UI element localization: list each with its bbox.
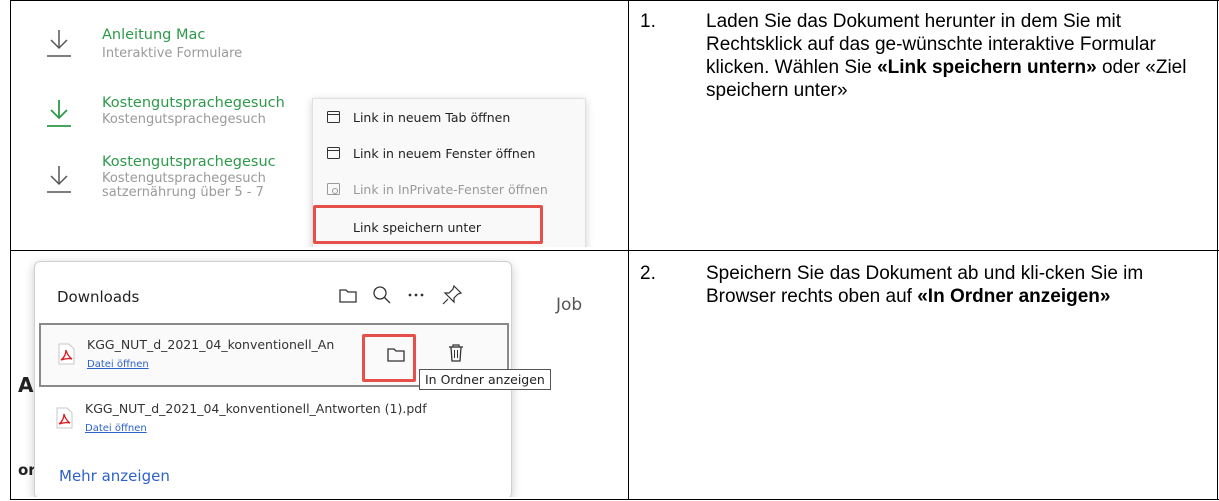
website-downloads-screenshot: Anleitung Mac Interaktive Formulare Kost… [16,12,612,247]
highlight-box [362,334,416,382]
inprivate-icon [327,183,340,195]
download-title[interactable]: Kostengutsprachegesuch [102,95,285,111]
table-border-bottom [10,499,1219,500]
download-subtitle: satzernährung über 5 - 7 [102,185,264,200]
step-text: Laden Sie das Dokument herunter in dem S… [706,10,1206,102]
context-menu-label: Link in neuem Fenster öffnen [353,146,536,161]
step-number: 2. [640,263,656,284]
step-number: 1. [640,11,656,32]
download-subtitle: Kostengutsprachegesuch [102,112,266,127]
download-subtitle: Interaktive Formulare [102,46,243,61]
folder-icon[interactable] [335,282,361,308]
background-glyph: A [18,373,34,397]
download-icon [47,30,71,57]
step-text-bold: «Link speichern untern» [877,57,1097,78]
pin-icon[interactable] [439,282,465,308]
context-menu-item-inprivate: Link in InPrivate-Fenster öffnen [313,175,585,205]
open-file-link[interactable]: Datei öffnen [87,359,149,370]
table-column-divider [628,0,629,500]
table-border-left [10,0,11,500]
highlight-box [313,205,543,244]
download-icon [47,100,71,127]
download-filename: KGG_NUT_d_2021_04_konventionell_An [87,337,335,352]
table-border-right [1217,0,1218,500]
table-row-divider [10,250,1219,251]
context-menu-label: Link in InPrivate-Fenster öffnen [353,182,548,197]
background-text: Job [556,295,583,315]
tab-icon [327,111,340,123]
pdf-icon [56,407,73,429]
search-icon[interactable] [369,282,395,308]
pdf-icon [58,343,75,365]
browser-downloads-screenshot: Job A or Downloads KGG_NUT_d_2021_04_kon… [16,253,612,497]
step-text: Speichern Sie das Dokument ab und kli-ck… [706,262,1206,308]
download-title[interactable]: Kostengutsprachegesuc [102,154,276,170]
downloads-title: Downloads [57,288,140,306]
download-subtitle: Kostengutsprachegesuch [102,171,266,186]
window-icon [327,147,340,159]
open-file-link[interactable]: Datei öffnen [85,423,147,434]
context-menu-item-new-window[interactable]: Link in neuem Fenster öffnen [313,139,585,169]
more-options-icon[interactable] [403,282,429,308]
context-menu-label: Link in neuem Tab öffnen [353,110,511,125]
download-title[interactable]: Anleitung Mac [102,27,205,43]
download-entry[interactable]: KGG_NUT_d_2021_04_konventionell_Antworte… [39,389,505,449]
tooltip: In Ordner anzeigen [419,369,551,390]
download-icon [47,166,71,193]
trash-icon[interactable] [445,342,467,364]
context-menu-item-new-tab[interactable]: Link in neuem Tab öffnen [313,103,585,133]
show-more-link[interactable]: Mehr anzeigen [59,467,170,485]
step-text-bold: «In Ordner anzeigen» [917,286,1111,307]
table-border-top [10,0,1219,1]
download-filename: KGG_NUT_d_2021_04_konventionell_Antworte… [85,401,427,416]
